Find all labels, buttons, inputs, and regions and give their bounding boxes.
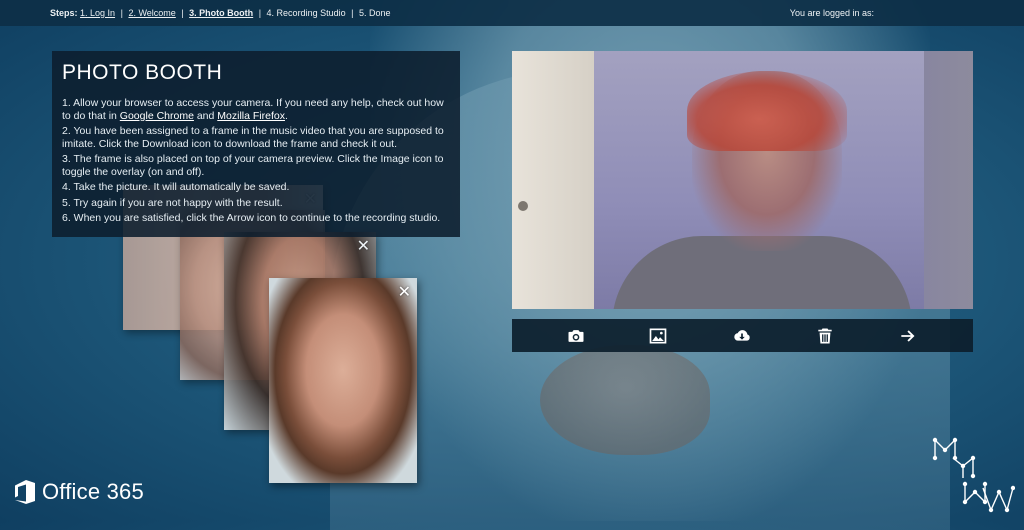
instruction-step-2: 2. You have been assigned to a frame in …: [62, 125, 444, 150]
instruction-step-5: 5. Try again if you are not happy with t…: [62, 196, 283, 209]
office-365-text: Office 365: [42, 479, 144, 504]
mozilla-firefox-link[interactable]: Mozilla Firefox: [217, 110, 285, 122]
continue-button[interactable]: [888, 319, 928, 352]
google-chrome-link[interactable]: Google Chrome: [120, 110, 194, 122]
door-knob: [518, 201, 528, 211]
trash-icon: [818, 328, 832, 343]
instruction-step-1: 1. Allow your browser to access your cam…: [62, 97, 450, 122]
frame-photo: [269, 278, 417, 483]
image-icon: [649, 328, 667, 343]
delete-photo-button[interactable]: [805, 319, 845, 352]
login-status: You are logged in as:: [789, 8, 874, 18]
camera-preview: [512, 51, 973, 309]
close-icon[interactable]: ✕: [357, 236, 370, 256]
office-icon: [15, 480, 35, 504]
steps-label: Steps:: [50, 8, 78, 18]
step-separator: |: [258, 8, 262, 18]
step-separator: |: [351, 8, 354, 18]
mmw-logo-icon: [932, 437, 1015, 513]
step-done: 5. Done: [358, 8, 391, 18]
steps-breadcrumb: Steps: 1. Log In | 2. Welcome | 3. Photo…: [50, 0, 391, 26]
step-separator: |: [181, 8, 184, 18]
take-photo-button[interactable]: [556, 319, 596, 352]
instruction-text: and: [193, 109, 218, 122]
camera-icon: [568, 329, 584, 342]
camera-subject-hair: [687, 71, 847, 151]
step-recording-studio: 4. Recording Studio: [266, 8, 346, 18]
arrow-right-icon: [901, 329, 915, 342]
instructions-panel: PHOTO BOOTH 1. Allow your browser to acc…: [52, 51, 460, 237]
instruction-step-4: 4. Take the picture. It will automatical…: [62, 181, 290, 193]
top-bar: Steps: 1. Log In | 2. Welcome | 3. Photo…: [0, 0, 1024, 26]
step-log-in[interactable]: 1. Log In: [80, 8, 115, 18]
close-icon[interactable]: ✕: [398, 282, 411, 302]
office-365-logo: Office 365: [12, 479, 144, 505]
step-separator: |: [120, 8, 123, 18]
background-door: [512, 51, 594, 309]
toggle-overlay-button[interactable]: [638, 319, 678, 352]
page-title: PHOTO BOOTH: [62, 61, 223, 84]
background-hands: [540, 345, 710, 455]
instruction-step-3: 3. The frame is also placed on top of yo…: [62, 153, 444, 178]
instruction-step-6: 6. When you are satisfied, click the Arr…: [62, 212, 441, 224]
frame-card-active[interactable]: ✕: [269, 278, 417, 483]
download-frame-button[interactable]: [722, 319, 762, 352]
step-welcome[interactable]: 2. Welcome: [128, 8, 175, 18]
instruction-text: .: [284, 109, 288, 122]
preview-toolbar: [512, 319, 973, 352]
download-icon: [734, 329, 750, 341]
step-photo-booth[interactable]: 3. Photo Booth: [189, 8, 253, 18]
